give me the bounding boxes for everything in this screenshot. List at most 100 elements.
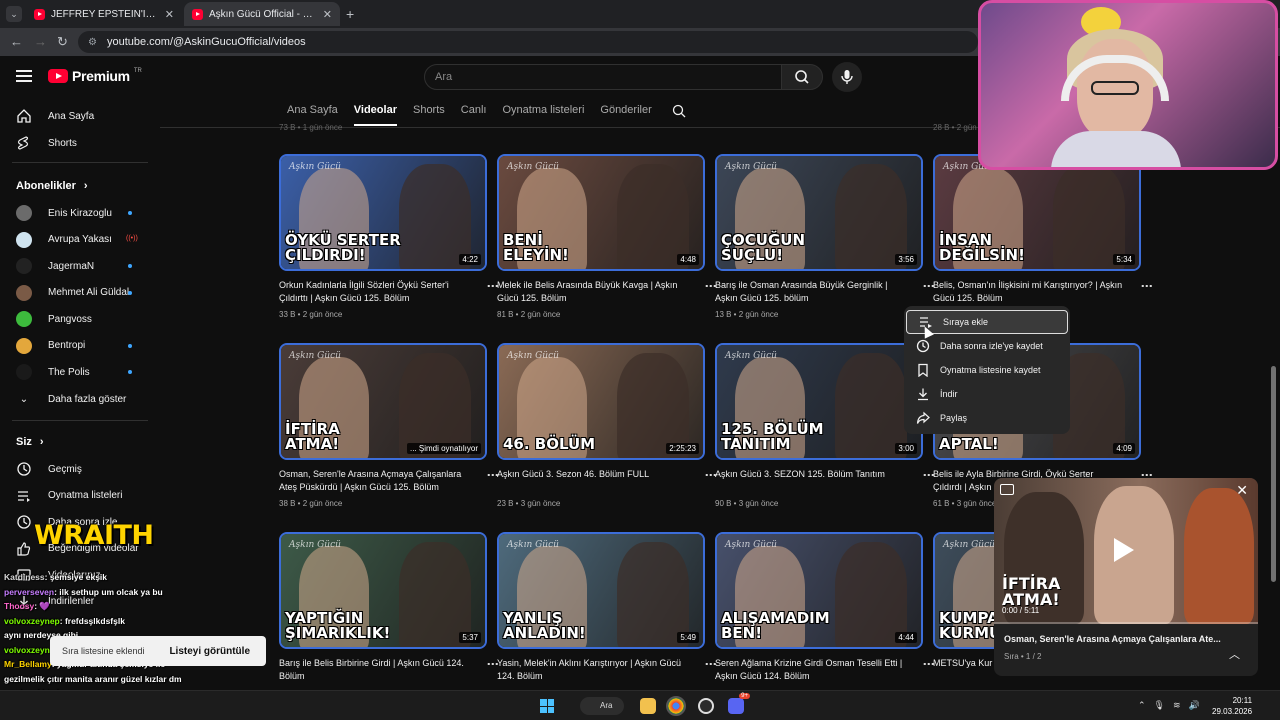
chevron-up-icon[interactable]: ⌃ [1138,700,1146,711]
more-actions-icon[interactable]: ⋮ [920,658,936,670]
subscriptions-heading[interactable]: Abonelikler › [16,180,88,192]
menu-item-download[interactable]: İndir [904,382,1070,406]
video-card[interactable]: Aşkın Gücü İNSAN DEĞİLSİN! 5:34 Belis, Osma… [933,154,1154,305]
video-title[interactable]: Seren Ağlama Krizine Girdi Osman Teselli… [715,657,905,683]
search-button[interactable] [781,64,823,90]
discord-icon[interactable]: 9+ [728,693,750,714]
tab-search-button[interactable]: ⌄ [6,6,22,22]
video-thumbnail[interactable]: Aşkın Gücü İNSAN DEĞİLSİN! 5:34 [933,154,1141,271]
sidebar-item[interactable]: The Polis [16,362,90,382]
more-actions-icon[interactable]: ⋮ [484,280,500,292]
video-thumbnail[interactable]: Aşkın Gücü YAPTIĞIN ŞIMARIKLIK! 5:37 [279,532,487,649]
taskbar-search[interactable]: Ara [580,697,624,715]
video-thumbnail[interactable]: Aşkın Gücü YANLIŞ ANLADIN! 5:49 [497,532,705,649]
more-actions-icon[interactable]: ⋮ [484,658,500,670]
miniplayer[interactable]: İFTİRA ATMA! ✕ 0:00 / 5:11 Osman, Seren'… [994,478,1258,676]
system-tray[interactable]: ⌃ 🎙 ≋ 🔊 [1138,700,1200,711]
video-card[interactable]: Aşkın Gücü ÖYKÜ SERTER ÇILDIRDI! 4:22 Orkun… [279,154,500,319]
more-actions-icon[interactable]: ⋮ [920,280,936,292]
video-title[interactable]: Aşkın Gücü 3. SEZON 125. Bölüm Tanıtım [715,468,905,494]
tab-3[interactable]: Canlı [461,104,487,126]
sidebar-item[interactable]: Bentropi [16,336,85,356]
browser-tab-inactive[interactable]: JEFFREY EPSTEIN'IN ADASINA S ✕ [26,2,182,26]
more-actions-icon[interactable]: ⋮ [1138,280,1154,292]
queue-toast: Sıra listesine eklendi Listeyi görüntüle [50,636,266,666]
video-title[interactable]: Barış ile Osman Arasında Büyük Gerginlik… [715,279,905,305]
file-explorer-icon[interactable] [640,698,656,714]
browser-tab-active[interactable]: Aşkın Gücü Official - YouTube ✕ [184,2,340,26]
sidebar-item[interactable]: Shorts [16,133,77,153]
video-thumbnail[interactable]: Aşkın Gücü İFTİRA ATMA! ... Şimdi oynatılı… [279,343,487,460]
back-icon[interactable]: ← [10,34,23,50]
view-queue-button[interactable]: Listeyi görüntüle [169,646,250,657]
more-actions-icon[interactable]: ⋮ [702,469,718,481]
youtube-premium-logo[interactable]: Premium TR [48,68,142,84]
video-card[interactable]: Aşkın Gücü 125. BÖLÜM TANITIM 3:00 Aşkın Gü… [715,343,936,508]
more-actions-icon[interactable]: ⋮ [702,280,718,292]
miniplayer-title[interactable]: Osman, Seren'le Arasına Açmaya Çalışanla… [1004,634,1224,644]
sidebar-item[interactable]: Enis Kirazoglu [16,203,112,223]
site-info-icon[interactable]: ⚙ [88,37,97,48]
close-tab-icon[interactable]: ✕ [323,8,332,21]
expand-icon[interactable] [1000,484,1014,495]
sidebar-item[interactable]: Geçmiş [16,459,82,479]
video-title[interactable]: Aşkın Gücü 3. Sezon 46. Bölüm FULL [497,468,687,494]
close-icon[interactable]: ✕ [1236,482,1248,499]
video-card[interactable]: Aşkın Gücü YANLIŞ ANLADIN! 5:49 Yasin, Mele… [497,532,718,683]
miniplayer-progress-bar[interactable] [994,622,1258,624]
address-bar[interactable]: ⚙ youtube.com/@AskinGucuOfficial/videos [78,31,978,53]
more-actions-icon[interactable]: ⋮ [702,658,718,670]
obs-icon[interactable] [698,698,714,714]
video-card[interactable]: Aşkın Gücü YAPTIĞIN ŞIMARIKLIK! 5:37 Barış … [279,532,500,683]
video-title[interactable]: Melek ile Belis Arasında Büyük Kavga | A… [497,279,687,305]
menu-item-bookmark[interactable]: Oynatma listesine kaydet [904,358,1070,382]
video-title[interactable]: Barış ile Belis Birbirine Girdi | Aşkın … [279,657,469,683]
windows-start-icon[interactable] [540,699,554,713]
video-thumbnail[interactable]: Aşkın Gücü ÇOCUĞUN SUÇLU! 3:56 [715,154,923,271]
play-icon[interactable] [1114,538,1134,562]
video-title[interactable]: Yasin, Melek'in Aklını Karıştırıyor | Aş… [497,657,687,683]
sidebar-item[interactable]: Pangvoss [16,309,92,329]
menu-item-clock[interactable]: Daha sonra izle'ye kaydet [904,334,1070,358]
voice-search-button[interactable] [832,62,862,92]
video-card[interactable]: Aşkın Gücü ALIŞAMADIM BEN! 4:44 Seren Ağlam… [715,532,936,683]
video-title[interactable]: Osman, Seren'le Arasına Açmaya Çalışanla… [279,468,469,494]
new-tab-button[interactable]: + [346,6,354,22]
sidebar-item[interactable]: Oynatma listeleri [16,486,122,506]
video-thumbnail[interactable]: Aşkın Gücü 125. BÖLÜM TANITIM 3:00 [715,343,923,460]
sidebar-item[interactable]: JagermaN [16,256,94,276]
video-card[interactable]: Aşkın Gücü ÇOCUĞUN SUÇLU! 3:56 Barış ile Os… [715,154,936,319]
chrome-icon[interactable] [666,696,686,716]
menu-icon[interactable] [16,70,32,82]
show-more-button[interactable]: ⌄ Daha fazla göster [16,389,127,409]
tab-4[interactable]: Oynatma listeleri [502,104,584,126]
sidebar-item-label: JagermaN [48,260,95,272]
video-title[interactable]: Belis, Osman'ın İlişkisini mi Karıştırıy… [933,279,1123,305]
page-scrollbar[interactable] [1271,366,1276,582]
sidebar-item[interactable]: Ana Sayfa [16,106,94,126]
sidebar-item[interactable]: Mehmet Ali Güldal [16,283,129,303]
video-thumbnail[interactable]: Aşkın Gücü BENİ ELEYİN! 4:48 [497,154,705,271]
tab-1[interactable]: Videolar [353,104,397,126]
video-thumbnail[interactable]: Aşkın Gücü 46. BÖLÜM 2:25:23 [497,343,705,460]
you-heading[interactable]: Siz › [16,436,44,448]
video-card[interactable]: Aşkın Gücü BENİ ELEYİN! 4:48 Melek ile Beli… [497,154,718,319]
menu-item-share[interactable]: Paylaş [904,406,1070,430]
reload-icon[interactable]: ↻ [57,34,68,50]
forward-icon[interactable]: → [34,34,47,50]
video-thumbnail[interactable]: Aşkın Gücü ALIŞAMADIM BEN! 4:44 [715,532,923,649]
close-tab-icon[interactable]: ✕ [165,8,174,21]
channel-search-icon[interactable] [672,104,686,118]
search-input[interactable]: Ara [424,64,782,90]
video-card[interactable]: Aşkın Gücü İFTİRA ATMA! ... Şimdi oynatılı… [279,343,500,508]
tab-5[interactable]: Gönderiler [600,104,651,126]
chevron-up-icon[interactable]: ︿ [1229,646,1240,662]
more-actions-icon[interactable]: ⋮ [484,469,500,481]
video-thumbnail[interactable]: Aşkın Gücü ÖYKÜ SERTER ÇILDIRDI! 4:22 [279,154,487,271]
taskbar-clock[interactable]: 20:11 29.03.2026 [1212,695,1252,717]
video-title[interactable]: Orkun Kadınlarla İlgili Sözleri Öykü Ser… [279,279,469,305]
sidebar-item[interactable]: Avrupa Yakası [16,230,112,250]
more-actions-icon[interactable]: ⋮ [920,469,936,481]
tab-2[interactable]: Shorts [413,104,445,126]
video-card[interactable]: Aşkın Gücü 46. BÖLÜM 2:25:23 Aşkın Gücü 3. … [497,343,718,508]
